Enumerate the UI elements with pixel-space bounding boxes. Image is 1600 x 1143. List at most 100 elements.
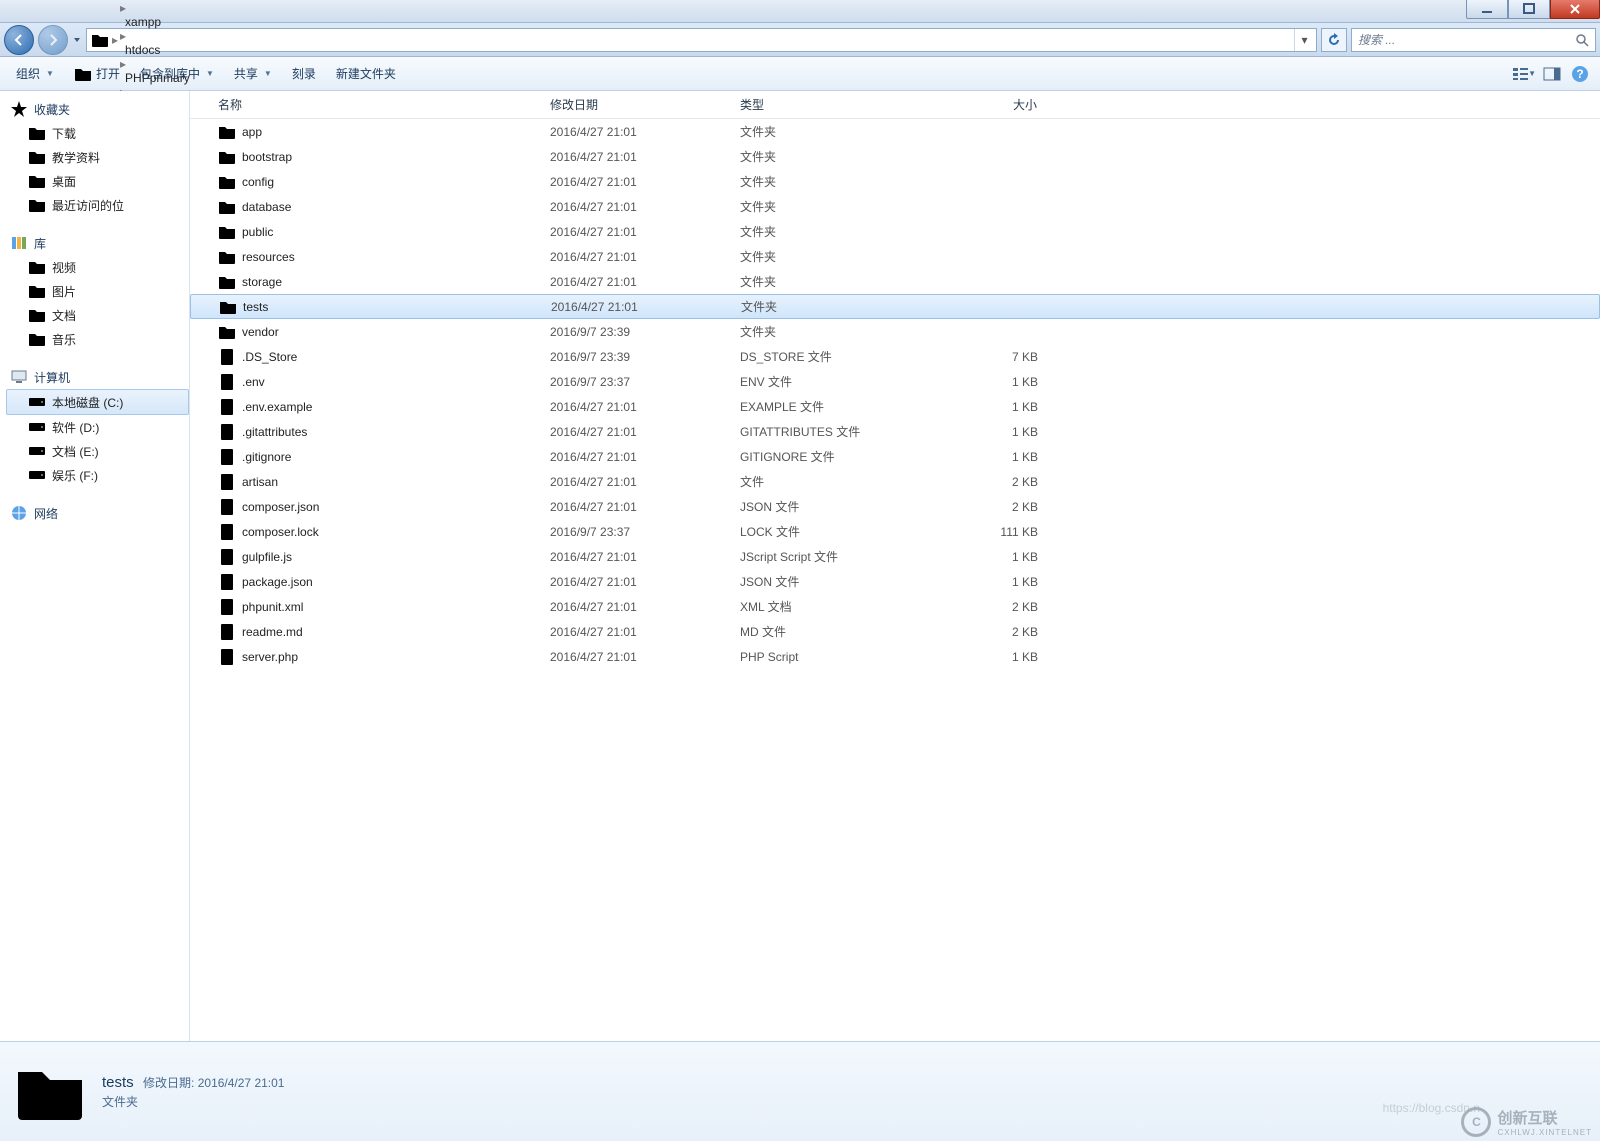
nav-back-button[interactable] [4,25,34,55]
nav-item[interactable]: 音乐 [6,327,189,351]
file-name: composer.lock [242,525,319,539]
file-row[interactable]: phpunit.xml2016/4/27 21:01XML 文档2 KB [190,594,1600,619]
file-date: 2016/4/27 21:01 [551,300,741,314]
preview-pane-button[interactable] [1540,62,1564,86]
nav-item[interactable]: 最近访问的位 [6,193,189,217]
file-row[interactable]: composer.json2016/4/27 21:01JSON 文件2 KB [190,494,1600,519]
file-row[interactable]: bootstrap2016/4/27 21:01文件夹 [190,144,1600,169]
folder-icon [218,273,236,291]
file-type: JSON 文件 [740,573,940,590]
breadcrumb-separator-icon[interactable]: ▸ [119,1,127,15]
help-button[interactable]: ? [1568,62,1592,86]
nav-item[interactable]: 本地磁盘 (C:) [6,389,189,415]
search-input[interactable]: 搜索 ... [1351,28,1596,52]
column-size[interactable]: 大小 [940,96,1050,113]
address-dropdown-button[interactable]: ▾ [1294,29,1314,51]
file-row[interactable]: readme.md2016/4/27 21:01MD 文件2 KB [190,619,1600,644]
file-row[interactable]: .env.example2016/4/27 21:01EXAMPLE 文件1 K… [190,394,1600,419]
toolbar-new-folder[interactable]: 新建文件夹 [328,61,404,86]
toolbar-share[interactable]: 共享▼ [226,61,280,86]
computer-icon [10,368,28,386]
file-name: .env.example [242,400,312,414]
nav-item[interactable]: 下载 [6,121,189,145]
file-type: 文件夹 [740,273,940,290]
folder-icon [28,258,46,276]
nav-item[interactable]: 教学资料 [6,145,189,169]
file-row[interactable]: app2016/4/27 21:01文件夹 [190,119,1600,144]
file-list-pane: 名称 修改日期 类型 大小 app2016/4/27 21:01文件夹boots… [190,91,1600,1041]
toolbar-organize[interactable]: 组织▼ [8,61,62,86]
file-size: 1 KB [940,450,1050,464]
nav-item[interactable]: 视频 [6,255,189,279]
breadcrumb-item[interactable]: htdocs [119,43,202,57]
details-type: 文件夹 [102,1093,284,1110]
file-row[interactable]: storage2016/4/27 21:01文件夹 [190,269,1600,294]
window-close-button[interactable] [1550,0,1600,19]
address-bar[interactable]: ▸ 计算机▸本地磁盘 (C:)▸xampp▸htdocs▸PHPprimary▸… [86,28,1317,52]
file-name: server.php [242,650,298,664]
folder-icon [28,124,46,142]
file-type: 文件夹 [740,323,940,340]
file-row[interactable]: composer.lock2016/9/7 23:37LOCK 文件111 KB [190,519,1600,544]
nav-network-header[interactable]: 网络 [6,501,189,525]
file-row[interactable]: .gitignore2016/4/27 21:01GITIGNORE 文件1 K… [190,444,1600,469]
column-date[interactable]: 修改日期 [550,96,740,113]
window-minimize-button[interactable] [1466,0,1508,19]
nav-item[interactable]: 软件 (D:) [6,415,189,439]
nav-item[interactable]: 桌面 [6,169,189,193]
file-icon [218,623,236,641]
file-icon [218,573,236,591]
file-row[interactable]: artisan2016/4/27 21:01文件2 KB [190,469,1600,494]
nav-favorites-header[interactable]: 收藏夹 [6,97,189,121]
file-name: .DS_Store [242,350,297,364]
view-options-button[interactable]: ▼ [1512,62,1536,86]
folder-icon [14,1056,86,1128]
file-row[interactable]: tests2016/4/27 21:01文件夹 [190,294,1600,319]
navigation-pane[interactable]: 收藏夹 下载教学资料桌面最近访问的位 库 视频图片文档音乐 计算机 本地磁盘 (… [0,91,190,1041]
file-type: XML 文档 [740,598,940,615]
refresh-button[interactable] [1321,28,1347,52]
file-row[interactable]: vendor2016/9/7 23:39文件夹 [190,319,1600,344]
file-row[interactable]: database2016/4/27 21:01文件夹 [190,194,1600,219]
file-row[interactable]: config2016/4/27 21:01文件夹 [190,169,1600,194]
star-icon [10,100,28,118]
file-type: JSON 文件 [740,498,940,515]
file-name: public [242,225,273,239]
file-row[interactable]: server.php2016/4/27 21:01PHP Script1 KB [190,644,1600,669]
file-type: LOCK 文件 [740,523,940,540]
nav-item[interactable]: 文档 [6,303,189,327]
nav-forward-button[interactable] [38,25,68,55]
file-row[interactable]: .env2016/9/7 23:37ENV 文件1 KB [190,369,1600,394]
details-name: tests [102,1074,134,1091]
file-row[interactable]: public2016/4/27 21:01文件夹 [190,219,1600,244]
file-row[interactable]: resources2016/4/27 21:01文件夹 [190,244,1600,269]
watermark-logo: C 创新互联CXHLWJ.XINTELNET [1461,1107,1592,1137]
breadcrumb-item[interactable]: 本地磁盘 (C:) [119,0,202,1]
nav-item[interactable]: 文档 (E:) [6,439,189,463]
breadcrumb-separator-icon[interactable]: ▸ [119,29,127,43]
folder-icon [91,31,109,49]
column-type[interactable]: 类型 [740,96,940,113]
toolbar-burn[interactable]: 刻录 [284,61,324,86]
breadcrumb-item[interactable]: xampp [119,15,202,29]
nav-item[interactable]: 图片 [6,279,189,303]
nav-computer-header[interactable]: 计算机 [6,365,189,389]
search-icon [1575,33,1589,47]
column-name[interactable]: 名称 [190,96,550,113]
folder-icon [218,123,236,141]
file-row[interactable]: .DS_Store2016/9/7 23:39DS_STORE 文件7 KB [190,344,1600,369]
file-name: readme.md [242,625,303,639]
window-maximize-button[interactable] [1508,0,1550,19]
file-row[interactable]: .gitattributes2016/4/27 21:01GITATTRIBUT… [190,419,1600,444]
file-name: .env [242,375,265,389]
file-row[interactable]: package.json2016/4/27 21:01JSON 文件1 KB [190,569,1600,594]
file-row[interactable]: gulpfile.js2016/4/27 21:01JScript Script… [190,544,1600,569]
file-size: 2 KB [940,625,1050,639]
toolbar-include-in-library[interactable]: 包含到库中▼ [132,61,222,86]
nav-libraries-header[interactable]: 库 [6,231,189,255]
toolbar-open[interactable]: 打开 [66,61,128,87]
nav-item[interactable]: 娱乐 (F:) [6,463,189,487]
nav-history-dropdown[interactable] [72,35,82,45]
file-date: 2016/4/27 21:01 [550,650,740,664]
file-date: 2016/4/27 21:01 [550,425,740,439]
